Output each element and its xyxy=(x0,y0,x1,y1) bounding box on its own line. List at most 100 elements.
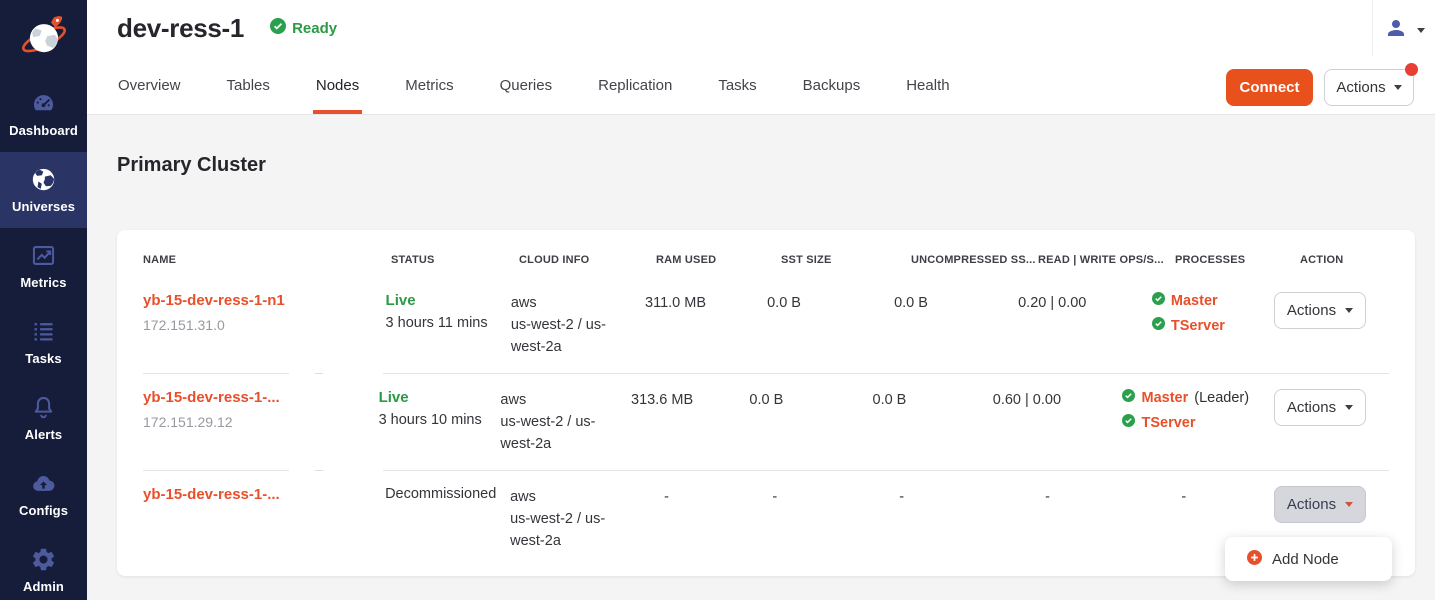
process-tserver-link[interactable]: TServer xyxy=(1171,318,1225,334)
node-uptime: 3 hours 11 mins xyxy=(386,315,499,331)
cloud-region: us-west-2 / us-west-2a xyxy=(511,314,628,358)
nodes-table-card: NAME STATUS CLOUD INFO RAM USED SST SIZE… xyxy=(117,230,1415,576)
divider xyxy=(1372,0,1373,56)
sst-size-value: 0.0 B xyxy=(749,392,783,408)
universe-actions-button[interactable]: Actions xyxy=(1324,69,1414,106)
tab-replication[interactable]: Replication xyxy=(575,56,695,114)
column-header-ram-used: RAM USED xyxy=(656,254,781,266)
column-header-action: ACTION xyxy=(1300,254,1389,266)
sidebar-item-label: Tasks xyxy=(25,351,61,366)
chevron-down-icon xyxy=(1417,28,1425,33)
sidebar-item-label: Universes xyxy=(12,199,75,214)
tab-label: Nodes xyxy=(316,77,359,94)
tab-nodes[interactable]: Nodes xyxy=(293,56,382,114)
universe-actions-wrap: Actions xyxy=(1324,69,1414,106)
cloud-provider: aws xyxy=(510,486,627,508)
chevron-down-icon xyxy=(1394,85,1402,90)
tab-queries[interactable]: Queries xyxy=(477,56,576,114)
actions-button-label: Actions xyxy=(1287,496,1336,513)
chevron-down-icon xyxy=(1345,502,1353,507)
process-master-link[interactable]: Master xyxy=(1171,293,1218,309)
column-header-cloud-info: CLOUD INFO xyxy=(519,254,656,266)
process-tserver-link[interactable]: TServer xyxy=(1141,415,1195,431)
topbar: dev-ress-1 Ready xyxy=(87,0,1435,115)
cloud-provider: aws xyxy=(500,389,614,411)
topbar-buttons: Connect Actions xyxy=(1226,69,1414,106)
app-logo[interactable] xyxy=(0,0,87,76)
actions-button-label: Actions xyxy=(1287,399,1336,416)
tab-metrics[interactable]: Metrics xyxy=(382,56,476,114)
node-actions-menu: Add Node xyxy=(1225,537,1392,581)
sidebar-item-alerts[interactable]: Alerts xyxy=(0,380,87,456)
sidebar-item-tasks[interactable]: Tasks xyxy=(0,304,87,380)
user-icon xyxy=(1384,16,1408,45)
node-status: Live xyxy=(379,389,489,406)
node-name-link[interactable]: yb-15-dev-ress-1-... xyxy=(143,486,371,503)
tab-backups[interactable]: Backups xyxy=(780,56,884,114)
tab-overview[interactable]: Overview xyxy=(95,56,204,114)
node-actions-button[interactable]: Actions xyxy=(1274,389,1366,426)
tab-label: Queries xyxy=(500,77,553,94)
menu-item-label: Add Node xyxy=(1272,551,1339,568)
chevron-down-icon xyxy=(1345,308,1353,313)
planet-rocket-logo-icon xyxy=(18,10,70,67)
user-menu[interactable] xyxy=(1384,16,1425,45)
read-write-ops-value: 0.60 | 0.00 xyxy=(993,392,1061,408)
bell-icon xyxy=(30,394,57,421)
tab-health[interactable]: Health xyxy=(883,56,972,114)
tab-label: Backups xyxy=(803,77,861,94)
content-area: Primary Cluster NAME STATUS CLOUD INFO R… xyxy=(87,153,1435,600)
table-header-row: NAME STATUS CLOUD INFO RAM USED SST SIZE… xyxy=(143,230,1389,276)
cloud-provider: aws xyxy=(511,292,628,314)
uncompressed-sst-value: 0.0 B xyxy=(894,295,928,311)
check-circle-icon xyxy=(1122,389,1135,407)
ram-used-value: 313.6 MB xyxy=(631,392,693,408)
node-name-link[interactable]: yb-15-dev-ress-1-... xyxy=(143,389,365,406)
status-badge: Ready xyxy=(270,18,337,39)
node-ip: 172.151.29.12 xyxy=(143,414,365,430)
menu-item-add-node[interactable]: Add Node xyxy=(1225,537,1392,581)
process-entry: TServer xyxy=(1152,317,1274,335)
title-row: dev-ress-1 Ready xyxy=(87,0,1435,56)
node-actions-button-open[interactable]: Actions xyxy=(1274,486,1366,523)
sidebar-item-admin[interactable]: Admin xyxy=(0,532,87,600)
process-entry: Master (Leader) xyxy=(1122,389,1274,407)
section-title: Primary Cluster xyxy=(117,153,1435,177)
sidebar-item-universes[interactable]: Universes xyxy=(0,152,87,228)
chevron-down-icon xyxy=(1345,405,1353,410)
ram-used-value: - xyxy=(664,489,669,505)
sidebar-item-configs[interactable]: Configs xyxy=(0,456,87,532)
sidebar-item-label: Metrics xyxy=(20,275,66,290)
node-actions-button[interactable]: Actions xyxy=(1274,292,1366,329)
node-status: Live xyxy=(386,292,499,309)
node-status: Decommissioned xyxy=(385,486,498,502)
read-write-ops-value: - xyxy=(1045,489,1050,505)
column-header-name: NAME xyxy=(143,254,391,266)
sst-size-value: - xyxy=(772,489,777,505)
sidebar-item-label: Admin xyxy=(23,579,64,594)
gear-icon xyxy=(30,546,57,573)
tab-label: Tables xyxy=(227,77,270,94)
line-chart-icon xyxy=(30,242,57,269)
read-write-ops-value: 0.20 | 0.00 xyxy=(1018,295,1086,311)
tab-bar: Overview Tables Nodes Metrics Queries Re… xyxy=(87,56,1435,114)
column-header-sst-size: SST SIZE xyxy=(781,254,911,266)
tab-tables[interactable]: Tables xyxy=(204,56,293,114)
sidebar-item-label: Alerts xyxy=(25,427,62,442)
sidebar-item-metrics[interactable]: Metrics xyxy=(0,228,87,304)
check-circle-icon xyxy=(270,18,286,39)
processes-placeholder: - xyxy=(1181,489,1186,505)
node-ip: 172.151.31.0 xyxy=(143,317,372,333)
column-header-processes: PROCESSES xyxy=(1175,254,1300,266)
sidebar-item-dashboard[interactable]: Dashboard xyxy=(0,76,87,152)
node-name-link[interactable]: yb-15-dev-ress-1-n1 xyxy=(143,292,372,309)
connect-button[interactable]: Connect xyxy=(1226,69,1313,106)
cloud-region: us-west-2 / us-west-2a xyxy=(510,508,627,552)
plus-circle-icon xyxy=(1247,550,1262,569)
table-row: yb-15-dev-ress-1-... 172.151.29.12 Live … xyxy=(143,373,1389,470)
tab-tasks[interactable]: Tasks xyxy=(695,56,779,114)
notification-dot xyxy=(1405,63,1418,76)
main-area: dev-ress-1 Ready xyxy=(87,0,1435,600)
sidebar: Dashboard Universes Metri xyxy=(0,0,87,600)
process-master-link[interactable]: Master xyxy=(1141,390,1188,406)
